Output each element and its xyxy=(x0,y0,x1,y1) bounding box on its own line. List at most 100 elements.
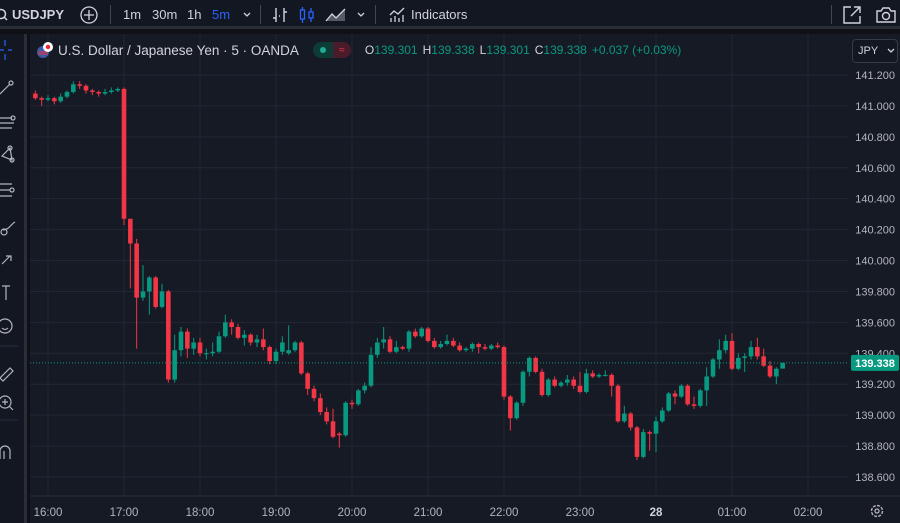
candle-body xyxy=(463,348,469,351)
candle-body xyxy=(489,345,494,349)
candle-body xyxy=(64,92,70,97)
candle-body xyxy=(299,342,304,374)
last-price-label: 139.338 xyxy=(855,358,895,370)
candle-body xyxy=(609,374,614,386)
candle xyxy=(596,373,602,379)
candle-body xyxy=(77,84,82,86)
candle xyxy=(102,88,108,96)
candle xyxy=(147,275,152,315)
candle-body xyxy=(280,342,285,352)
candle xyxy=(527,356,532,377)
candle-body xyxy=(495,345,500,348)
candle-body xyxy=(102,92,108,94)
candle-body xyxy=(185,331,190,349)
candle xyxy=(558,381,564,388)
candle-body xyxy=(413,331,418,337)
candle xyxy=(64,90,70,99)
market-status[interactable]: ≈ xyxy=(312,42,351,58)
candle-body xyxy=(159,291,165,307)
candle-body xyxy=(368,354,374,386)
candle-body xyxy=(425,328,431,341)
candle xyxy=(628,412,633,431)
candle-body xyxy=(128,218,133,244)
candle xyxy=(653,416,659,453)
price-tick-label: 139.000 xyxy=(855,410,895,422)
candle xyxy=(235,323,241,340)
open-label: O xyxy=(364,43,375,57)
candle xyxy=(121,87,127,225)
candle xyxy=(90,88,95,96)
candle xyxy=(280,336,285,355)
candle xyxy=(584,368,589,394)
candle xyxy=(641,429,646,459)
candle xyxy=(134,238,139,349)
candle xyxy=(71,81,76,94)
candle-body xyxy=(666,393,671,411)
candle xyxy=(140,265,146,301)
candle xyxy=(254,334,260,348)
candle xyxy=(432,337,437,349)
candle xyxy=(698,388,703,408)
candle xyxy=(128,218,133,289)
candle xyxy=(83,84,89,94)
candle-body xyxy=(229,322,234,327)
settings-gear-icon[interactable] xyxy=(869,503,885,519)
candle-body xyxy=(242,334,247,338)
candle xyxy=(609,373,614,397)
candle xyxy=(457,342,462,352)
candle-body xyxy=(653,421,659,434)
candle-body xyxy=(520,371,526,403)
candle-body xyxy=(577,385,583,392)
candle xyxy=(343,401,348,437)
candle-body xyxy=(45,98,51,100)
candle-body xyxy=(444,340,450,345)
candle-body xyxy=(641,432,646,457)
candle xyxy=(242,330,247,346)
time-tick-label: 19:00 xyxy=(262,507,291,519)
candle xyxy=(780,362,785,369)
price-chart[interactable]: 16:00 17:00 18:00 19:00 20:00 21:00 22:00 23:00… xyxy=(0,0,900,523)
candle-body xyxy=(381,339,386,343)
candle-body xyxy=(166,291,171,380)
candle xyxy=(311,385,317,402)
candle-body xyxy=(742,356,747,358)
price-tick-label: 140.600 xyxy=(855,163,895,175)
time-tick-label: 18:00 xyxy=(186,507,215,519)
price-tick-label: 139.200 xyxy=(855,379,895,391)
candle-body xyxy=(223,322,228,337)
chart-legend: U.S. Dollar / Japanese Yen · 5 · OANDA ≈… xyxy=(36,40,681,60)
time-tick-label: 20:00 xyxy=(338,507,367,519)
candle xyxy=(419,326,424,338)
candle-body xyxy=(590,373,595,377)
candle xyxy=(337,432,342,448)
candle xyxy=(571,376,576,389)
candle-body xyxy=(558,382,564,386)
candle-body xyxy=(121,88,127,219)
currency-select[interactable]: JPY xyxy=(852,39,898,63)
candle xyxy=(330,408,336,439)
candle xyxy=(166,289,171,383)
candle xyxy=(482,344,488,351)
candle-body xyxy=(261,339,266,348)
candle-body xyxy=(147,277,152,292)
time-tick-label: 16:00 xyxy=(34,507,63,519)
candle-body xyxy=(615,385,621,422)
candle xyxy=(96,90,101,97)
candle-body xyxy=(748,347,754,357)
candle xyxy=(292,340,298,352)
candle xyxy=(679,384,684,399)
time-tick-label: 23:00 xyxy=(566,507,595,519)
candle xyxy=(634,425,640,460)
candle xyxy=(356,388,361,406)
candle xyxy=(204,348,209,360)
candle xyxy=(622,405,627,423)
candle xyxy=(299,340,304,375)
price-tick-label: 139.600 xyxy=(855,317,895,329)
candle xyxy=(489,344,494,351)
candle-body xyxy=(432,340,437,348)
candle-body xyxy=(685,385,690,405)
candle-body xyxy=(96,92,101,94)
candle-body xyxy=(172,350,177,380)
candle xyxy=(248,333,253,346)
candle xyxy=(267,345,272,365)
